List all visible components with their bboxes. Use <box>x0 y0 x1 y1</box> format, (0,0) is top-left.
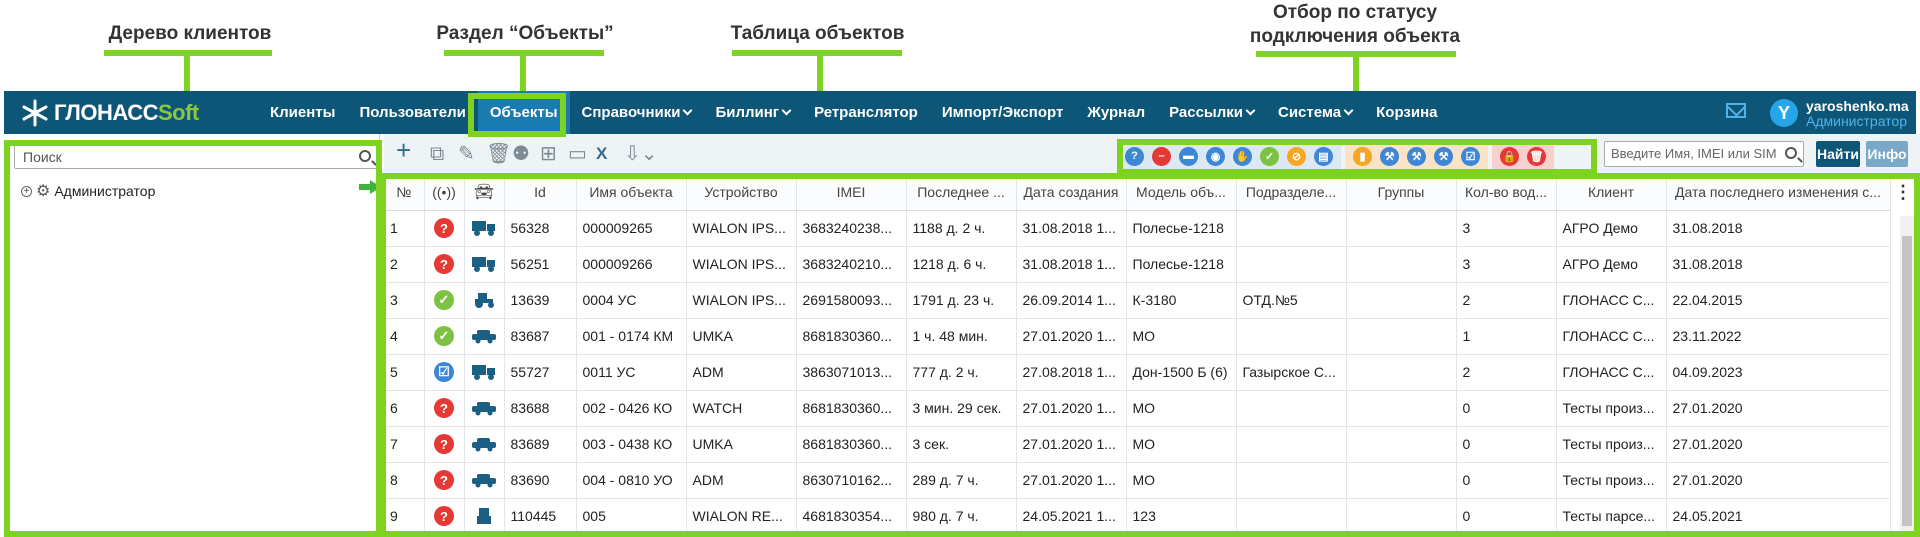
callout-status-filter-2: подключения объекта <box>1249 26 1461 47</box>
chevron-down-icon <box>683 105 693 115</box>
main-nav: Клиенты Пользователи Объекты Справочники Бил… <box>258 91 1450 134</box>
search-icon[interactable] <box>1785 147 1797 159</box>
highlight-status-filter <box>1117 139 1597 175</box>
nav-item-label: Клиенты <box>270 104 336 121</box>
delete-icon[interactable]: 🗑︎ <box>486 144 511 164</box>
excel-icon[interactable]: X <box>596 144 607 164</box>
nav-item-label: Пользователи <box>359 104 466 121</box>
highlight-objects-nav <box>468 93 566 137</box>
brand-logo[interactable]: ГЛОНАССSoft <box>20 98 258 128</box>
nav-item-3[interactable]: Справочники <box>570 91 704 134</box>
nav-item-label: Биллинг <box>715 104 780 121</box>
info-button[interactable]: Инфо <box>1866 141 1908 167</box>
mail-icon[interactable] <box>1726 103 1746 118</box>
user-role: Администратор <box>1806 113 1908 129</box>
nav-item-1[interactable]: Пользователи <box>347 91 477 134</box>
nav-item-label: Импорт/Экспорт <box>941 104 1064 121</box>
brand-part1: ГЛОНАСС <box>54 99 158 125</box>
nav-item-7[interactable]: Журнал <box>1075 91 1157 134</box>
callout-connector <box>520 50 526 95</box>
find-button[interactable]: Найти <box>1816 141 1860 167</box>
terminal-icon[interactable]: ▭ <box>568 144 587 164</box>
export-icon[interactable]: ⇩⌄ <box>624 144 658 164</box>
app-header: ГЛОНАССSoft Клиенты Пользователи Объекты Сп… <box>4 91 1916 134</box>
nav-item-5[interactable]: Ретранслятор <box>802 91 930 134</box>
nav-item-6[interactable]: Импорт/Экспорт <box>930 91 1075 134</box>
highlight-objects-table <box>380 173 1920 537</box>
nav-item-0[interactable]: Клиенты <box>258 91 347 134</box>
object-search-placeholder: Введите Имя, IMEI или SIM <box>1611 146 1777 161</box>
object-search-input[interactable]: Введите Имя, IMEI или SIM <box>1604 141 1804 167</box>
callout-objects-section: Раздел “Объекты” <box>436 23 614 44</box>
brand-part2: Soft <box>157 99 199 125</box>
add-icon[interactable]: + <box>396 137 411 163</box>
nav-item-label: Корзина <box>1376 104 1438 121</box>
avatar[interactable]: Y <box>1770 99 1798 127</box>
highlight-client-tree <box>4 140 382 537</box>
copy-icon[interactable]: ⧉ <box>430 144 444 164</box>
nav-item-label: Рассылки <box>1169 104 1243 121</box>
hierarchy-icon[interactable]: ⊞ <box>540 144 557 164</box>
assign-user-icon[interactable]: ⚉ <box>512 144 530 164</box>
chevron-down-icon <box>1343 105 1354 115</box>
callout-objects-table: Таблица объектов <box>730 23 905 44</box>
nav-item-4[interactable]: Биллинг <box>703 91 802 134</box>
nav-item-label: Ретранслятор <box>814 104 918 121</box>
nav-item-9[interactable]: Система <box>1266 91 1364 134</box>
edit-icon[interactable]: ✎ <box>458 144 475 164</box>
nav-item-label: Справочники <box>581 104 681 121</box>
nav-item-label: Журнал <box>1087 104 1146 121</box>
nav-item-label: Система <box>1278 104 1342 121</box>
callout-status-filter-1: Отбор по статусу <box>1272 2 1438 23</box>
chevron-down-icon <box>1245 105 1256 115</box>
nav-item-10[interactable]: Корзина <box>1364 91 1449 134</box>
callout-client-tree: Дерево клиентов <box>108 23 272 44</box>
chevron-down-icon <box>781 105 792 115</box>
user-name[interactable]: yaroshenko.ma <box>1806 98 1909 114</box>
brand-text: ГЛОНАССSoft <box>54 100 199 126</box>
logo-icon <box>22 99 48 126</box>
nav-item-8[interactable]: Рассылки <box>1157 91 1266 134</box>
